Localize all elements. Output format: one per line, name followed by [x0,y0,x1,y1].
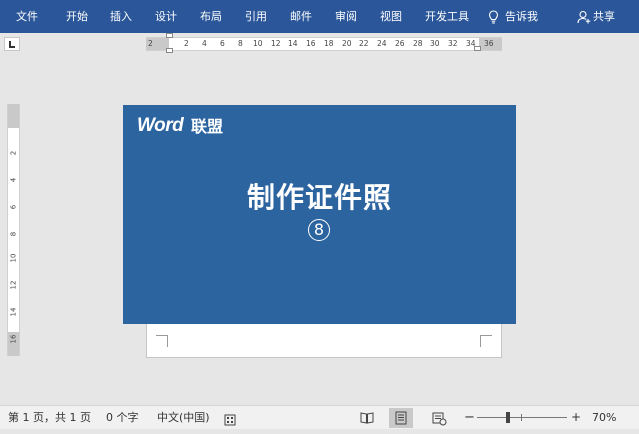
tab-view[interactable]: 视图 [380,0,402,33]
ruler-number: 12 [9,280,18,290]
zoom-slider[interactable] [477,417,567,418]
ruler-number: 20 [342,39,352,48]
ruler-number: 10 [9,253,18,263]
ruler-number: 8 [238,39,243,48]
logo-word: Word [137,115,184,136]
ruler-number: 4 [9,177,18,183]
episode-number-badge: 8 [308,219,330,241]
ruler-margin-top [8,104,19,128]
tab-developer[interactable]: 开发工具 [425,0,469,33]
ruler-number: 2 [184,39,189,48]
share-label: 共享 [593,10,615,23]
web-layout-button[interactable] [427,408,451,428]
tab-references[interactable]: 引用 [245,0,267,33]
ruler-number: 2 [9,150,18,156]
web-layout-icon [432,412,447,426]
tab-home[interactable]: 开始 [66,0,88,33]
first-line-indent-marker[interactable] [166,33,173,38]
person-add-icon [577,10,591,24]
ribbon-tab-bar: 文件 开始 插入 设计 布局 引用 邮件 审阅 视图 开发工具 告诉我 共享 [0,0,639,33]
ruler-number: 12 [271,39,281,48]
status-bar: 第 1 页，共 1 页 0 个字 中文(中国) − + 70% [0,405,639,429]
ruler-number: 32 [448,39,458,48]
ruler-number: 4 [202,39,207,48]
cover-banner: Word 联盟 制作证件照 8 [123,105,516,324]
zoom-slider-center-mark [521,414,522,421]
tab-review[interactable]: 审阅 [335,0,357,33]
ruler-number: 16 [9,334,18,344]
tell-me-search[interactable]: 告诉我 [488,0,538,33]
ruler-number: 18 [324,39,334,48]
ruler-number: 24 [377,39,387,48]
page-count[interactable]: 第 1 页，共 1 页 [8,406,91,429]
horizontal-ruler[interactable]: 2 2 4 6 8 10 12 14 16 18 20 22 24 26 28 … [146,37,502,51]
ruler-number: 28 [413,39,423,48]
word-count[interactable]: 0 个字 [106,406,139,429]
zoom-slider-thumb[interactable] [506,412,510,423]
book-icon [360,412,374,424]
language-indicator[interactable]: 中文(中国) [157,406,210,429]
zoom-out-button[interactable]: − [464,406,475,429]
ruler-number: 8 [9,231,18,237]
tab-insert[interactable]: 插入 [110,0,132,33]
logo-cn: 联盟 [191,117,224,136]
ruler-number: 36 [484,39,494,48]
ruler-number: 6 [9,204,18,210]
right-indent-marker[interactable] [474,46,481,51]
zoom-in-button[interactable]: + [571,406,581,429]
tab-stop-selector[interactable] [4,37,20,51]
ruler-number: 10 [253,39,263,48]
ruler-number: 16 [306,39,316,48]
ruler-number: 26 [395,39,405,48]
ruler-number: 6 [220,39,225,48]
share-button[interactable]: 共享 [577,0,615,33]
cover-title: 制作证件照 [246,181,392,214]
tab-design[interactable]: 设计 [155,0,177,33]
margin-crop-mark-right [480,335,492,347]
page-layout-icon [395,411,407,425]
macro-record-icon[interactable] [224,411,236,426]
ruler-number: 30 [430,39,440,48]
lightbulb-icon [488,9,499,24]
ruler-number: 22 [359,39,369,48]
margin-crop-mark-left [156,335,168,347]
read-mode-button[interactable] [355,408,379,428]
ruler-number: 14 [9,307,18,317]
left-indent-marker[interactable] [166,48,173,53]
tab-file[interactable]: 文件 [16,0,38,33]
print-layout-button[interactable] [389,408,413,428]
tell-me-label: 告诉我 [505,10,538,23]
ruler-number: 2 [148,39,153,48]
tab-layout[interactable]: 布局 [200,0,222,33]
ruler-number: 14 [288,39,298,48]
zoom-level[interactable]: 70% [592,406,616,429]
tab-mailings[interactable]: 邮件 [290,0,312,33]
vertical-ruler[interactable]: 2 4 6 8 10 12 14 16 [7,104,20,356]
document-page[interactable] [146,318,502,358]
